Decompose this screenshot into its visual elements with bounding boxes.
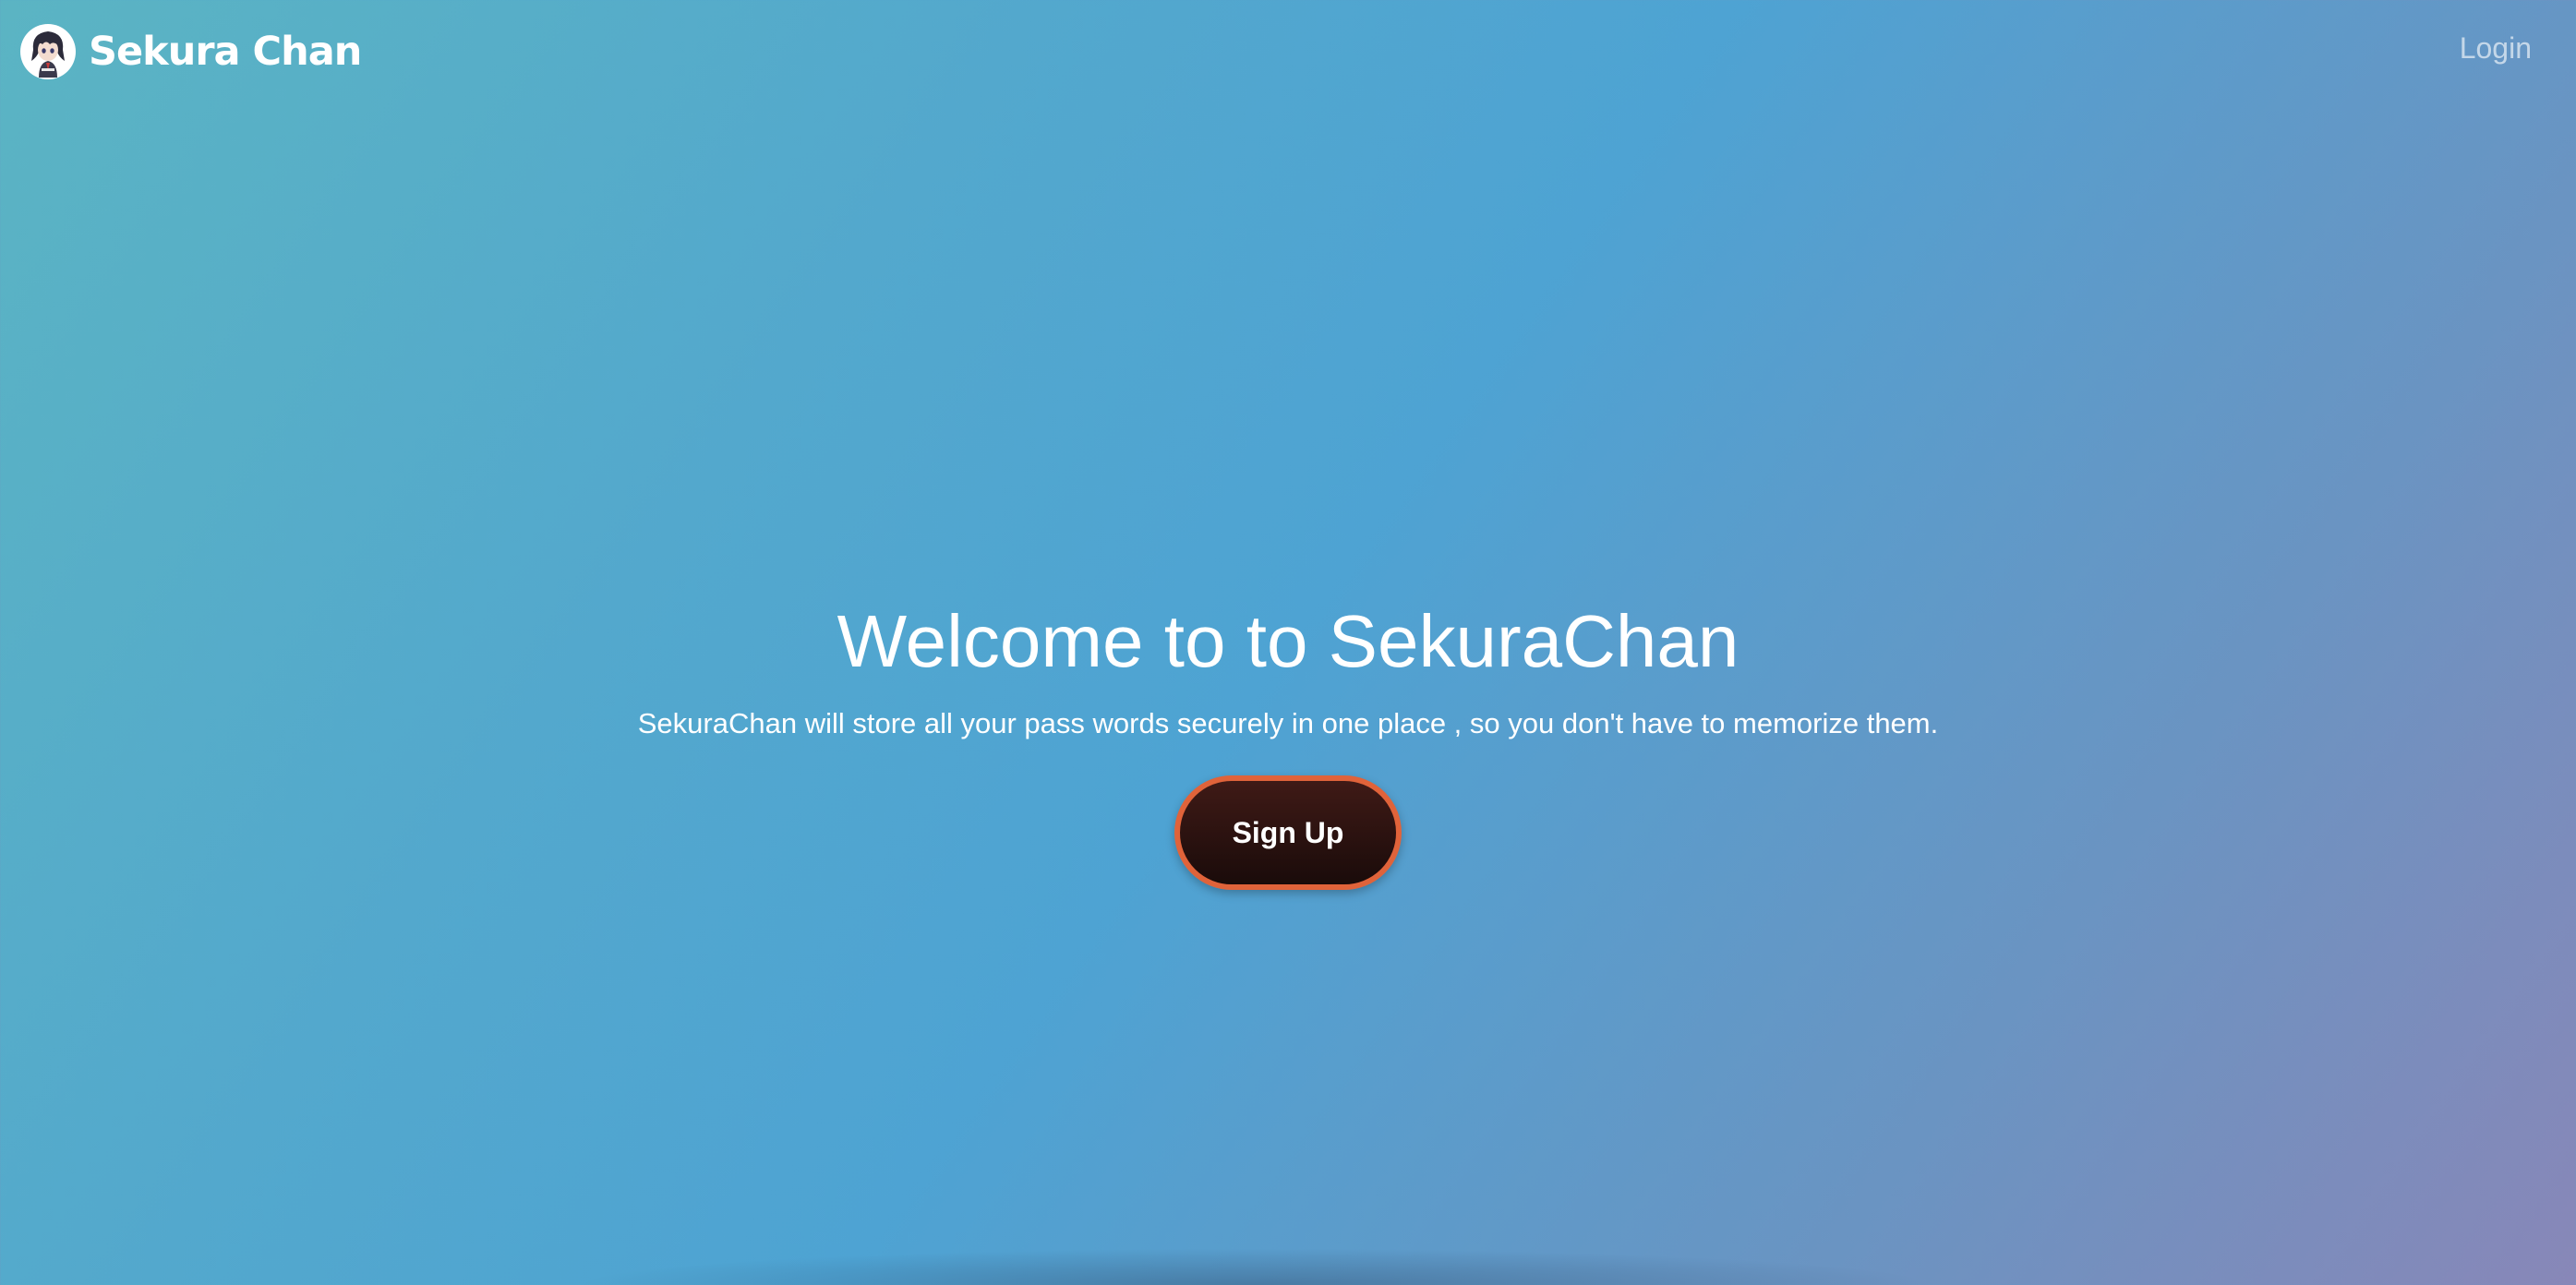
bottom-shadow	[572, 1248, 1939, 1285]
hero-subtitle: SekuraChan will store all your pass word…	[637, 707, 1939, 739]
hero-section: Welcome to to SekuraChan SekuraChan will…	[0, 591, 2576, 890]
anime-avatar-icon	[20, 24, 76, 79]
signup-button[interactable]: Sign Up	[1174, 775, 1402, 890]
hero-title: Welcome to to SekuraChan	[837, 600, 1739, 682]
login-link[interactable]: Login	[2460, 31, 2532, 66]
navbar: Sekura Chan Login	[0, 0, 2576, 103]
brand-name: Sekura Chan	[89, 28, 362, 75]
signup-container: Sign Up	[0, 775, 2576, 890]
brand-link[interactable]: Sekura Chan	[20, 23, 362, 80]
